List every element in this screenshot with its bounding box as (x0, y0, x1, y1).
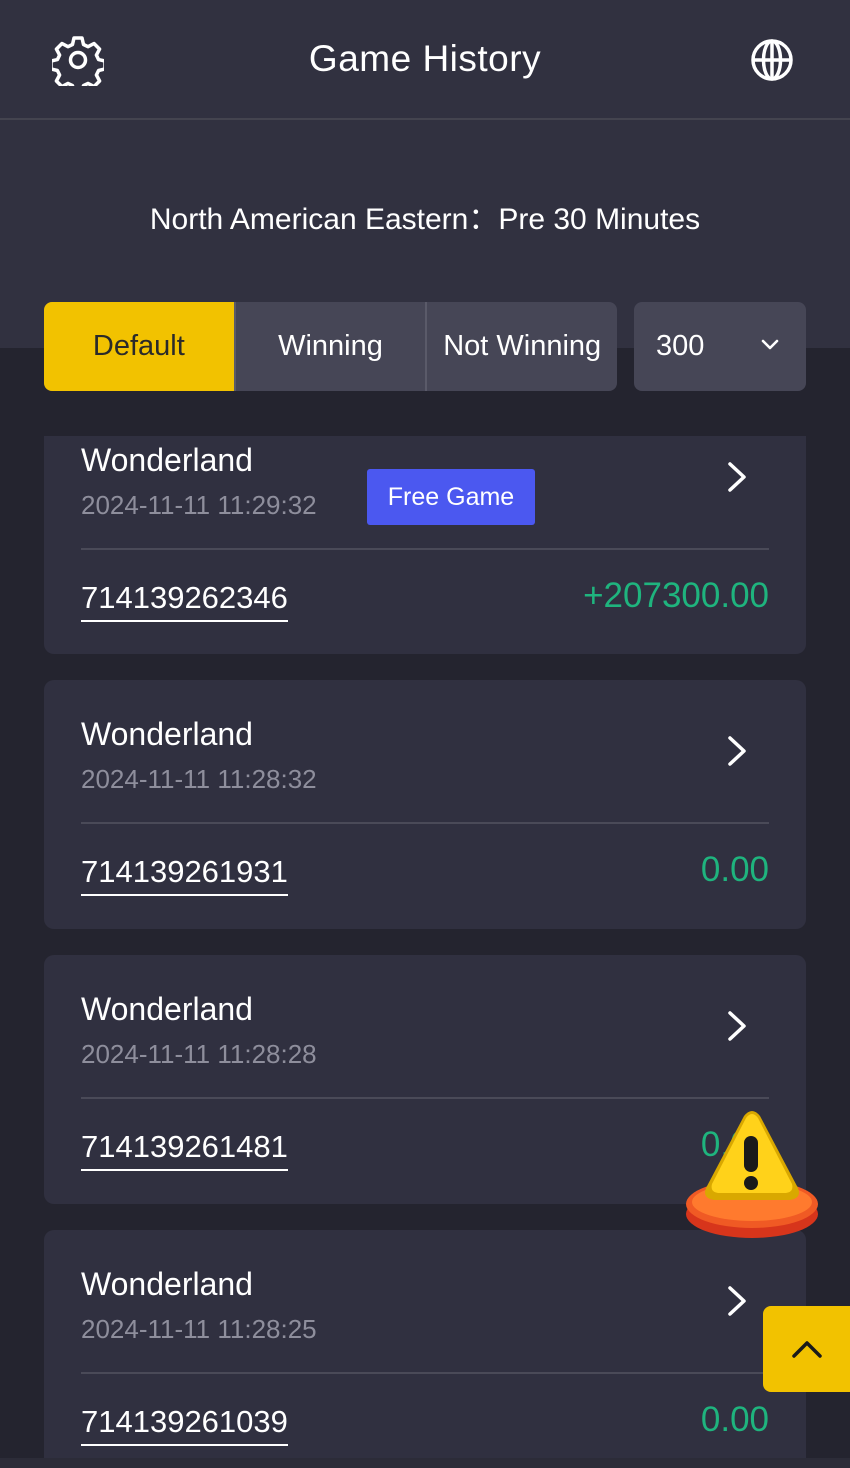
game-time: 2024-11-11 11:28:28 (81, 1039, 317, 1069)
game-time: 2024-11-11 11:29:32 (81, 490, 317, 520)
chevron-up-icon (791, 1341, 822, 1358)
win-amount: 0.00 (700, 850, 769, 889)
game-name: Wonderland (81, 1266, 253, 1302)
chevron-right-icon[interactable] (720, 734, 754, 768)
language-button[interactable] (746, 34, 798, 86)
order-id-link[interactable]: 714139261931 (81, 854, 288, 896)
warning-icon[interactable] (684, 1106, 820, 1244)
free-game-badge: Free Game (367, 469, 535, 525)
record-count-value: 300 (656, 330, 705, 362)
order-id-link[interactable]: 714139261039 (81, 1404, 288, 1446)
game-time: 2024-11-11 11:28:32 (81, 764, 317, 794)
record-count-select[interactable]: 300 (634, 302, 806, 391)
back-to-top-button[interactable] (763, 1306, 850, 1392)
globe-icon (751, 39, 793, 81)
game-time: 2024-11-11 11:28:25 (81, 1314, 317, 1344)
result-filter-tabs: Default Winning Not Winning (44, 302, 617, 391)
win-amount: +207300.00 (583, 576, 769, 615)
game-name: Wonderland (81, 442, 253, 478)
game-name: Wonderland (81, 716, 253, 752)
tab-winning[interactable]: Winning (233, 302, 426, 391)
bottom-edge (0, 1458, 850, 1468)
history-record[interactable]: Wonderland 2024-11-11 11:28:32 714139261… (44, 680, 806, 929)
divider (81, 548, 769, 550)
chevron-right-icon[interactable] (720, 1284, 754, 1318)
order-id-link[interactable]: 714139262346 (81, 580, 288, 622)
tab-default[interactable]: Default (44, 302, 234, 391)
order-id-link[interactable]: 714139261481 (81, 1129, 288, 1171)
divider (81, 1372, 769, 1374)
chevron-down-icon (761, 339, 779, 350)
page-title: Game History (308, 38, 542, 79)
app-header: Game History (0, 0, 850, 120)
chevron-right-icon[interactable] (720, 1009, 754, 1043)
chevron-right-icon[interactable] (720, 460, 754, 494)
tab-not-winning[interactable]: Not Winning (425, 302, 617, 391)
divider (81, 1097, 769, 1099)
divider (81, 822, 769, 824)
history-record[interactable]: Wonderland 2024-11-11 11:28:25 714139261… (44, 1230, 806, 1458)
timezone-label: North American Eastern：Pre 30 Minutes (149, 203, 701, 236)
win-amount: 0.00 (700, 1400, 769, 1439)
game-history-list: Wonderland 2024-11-11 11:29:32 Free Game… (44, 436, 806, 1458)
game-name: Wonderland (81, 991, 253, 1027)
history-record[interactable]: Wonderland 2024-11-11 11:29:32 Free Game… (44, 436, 806, 654)
